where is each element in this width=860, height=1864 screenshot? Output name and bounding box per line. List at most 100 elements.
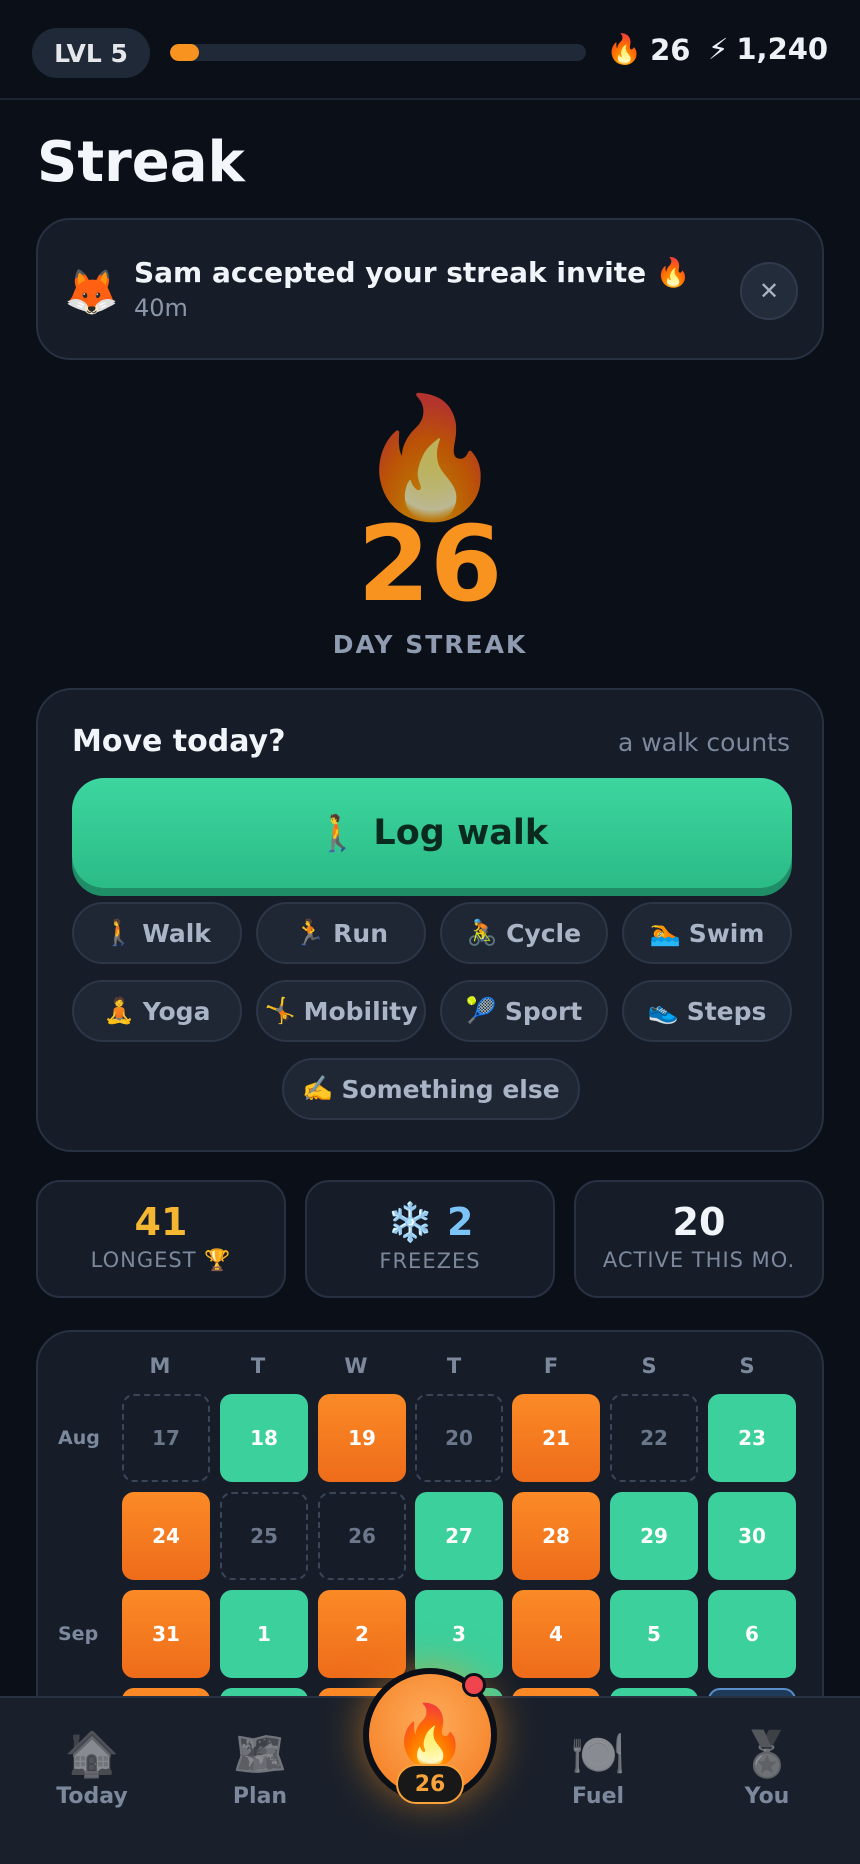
notification-time: 40m (134, 294, 188, 322)
move-today-card: Move today? a walk counts 🚶 Log walk 🚶 W… (36, 688, 824, 1152)
freezes-value: ❄️ 2 (386, 1200, 474, 1244)
calendar-day[interactable]: 25 (220, 1492, 308, 1580)
plate-icon: 🍽️ (570, 1729, 626, 1780)
activity-label: Something else (341, 1074, 560, 1104)
active-value: 20 (672, 1200, 726, 1244)
calendar-day[interactable]: 26 (318, 1492, 406, 1580)
swim-icon: 🏊 (649, 918, 681, 947)
activity-chip-walk[interactable]: 🚶 Walk (72, 902, 242, 964)
nav-fuel[interactable]: 🍽️ Fuel (538, 1728, 658, 1809)
notification-message: Sam accepted your streak invite 🔥 (134, 256, 691, 289)
fab-streak-badge: 26 (396, 1764, 464, 1804)
calendar-day[interactable]: 27 (415, 1492, 503, 1580)
calendar-day[interactable]: 6 (708, 1590, 796, 1678)
nav-plan[interactable]: 🗺️ Plan (200, 1728, 320, 1809)
weekday-header: T (250, 1354, 266, 1378)
notification-dot (462, 1673, 486, 1697)
weekday-header: S (641, 1354, 657, 1378)
points-counter[interactable]: ⚡ 1,240 (708, 32, 828, 66)
month-label-aug: Aug (58, 1427, 100, 1449)
close-icon[interactable]: ✕ (740, 262, 798, 320)
calendar-day[interactable]: 2 (318, 1590, 406, 1678)
weekday-header: M (149, 1354, 171, 1378)
flame-icon: 🔥 (606, 32, 643, 66)
activity-chip-mobility[interactable]: 🤸 Mobility (256, 980, 426, 1042)
notification-card[interactable]: 🦊 Sam accepted your streak invite 🔥 40m … (36, 218, 824, 360)
activity-chip-something-else[interactable]: ✍️ Something else (282, 1058, 580, 1120)
calendar-day[interactable]: 23 (708, 1394, 796, 1482)
log-walk-button[interactable]: 🚶 Log walk (72, 778, 792, 888)
nav-today[interactable]: 🏠 Today (32, 1728, 152, 1809)
activity-label: Swim (688, 918, 765, 948)
longest-label: LONGEST 🏆 (90, 1248, 232, 1272)
walking-icon: 🚶 (315, 813, 360, 854)
month-label-sep: Sep (58, 1623, 99, 1645)
weekday-header: T (446, 1354, 462, 1378)
calendar-day[interactable]: 31 (122, 1590, 210, 1678)
calendar-day[interactable]: 19 (318, 1394, 406, 1482)
writing-hand-icon: ✍️ (302, 1074, 334, 1103)
shoe-icon: 👟 (647, 996, 679, 1025)
calendar-day[interactable]: 18 (220, 1394, 308, 1482)
calendar-day[interactable]: 4 (512, 1590, 600, 1678)
freezes-label: FREEZES (379, 1249, 481, 1273)
mobility-icon: 🤸 (264, 996, 296, 1025)
calendar-day[interactable]: 30 (708, 1492, 796, 1580)
streak-counter[interactable]: 🔥 26 (606, 32, 690, 67)
activity-label: Yoga (142, 996, 211, 1026)
streak-screen: LVL 5 🔥 26 ⚡ 1,240 Streak 🦊 Sam accepted… (0, 0, 860, 1864)
nav-fuel-label: Fuel (571, 1784, 625, 1809)
calendar-day[interactable]: 5 (610, 1590, 698, 1678)
move-question: Move today? (72, 724, 286, 759)
weekday-header: S (739, 1354, 755, 1378)
activity-chip-swim[interactable]: 🏊 Swim (622, 902, 792, 964)
nav-today-label: Today (56, 1784, 128, 1809)
activity-chip-steps[interactable]: 👟 Steps (622, 980, 792, 1042)
cycle-icon: 🚴 (466, 918, 499, 947)
weekday-header: F (543, 1354, 559, 1378)
active-this-month-stat: 20 ACTIVE THIS MO. (574, 1180, 824, 1298)
activity-label: Run (333, 918, 388, 948)
calendar-day[interactable]: 29 (610, 1492, 698, 1580)
calendar-day[interactable]: 20 (415, 1394, 503, 1482)
medal-icon: 🏅 (739, 1729, 795, 1780)
calendar-day[interactable]: 24 (122, 1492, 210, 1580)
calendar-day[interactable]: 22 (610, 1394, 698, 1482)
xp-progress-bar (170, 44, 586, 61)
walk-icon: 🚶 (103, 918, 135, 947)
house-icon: 🏠 (64, 1729, 120, 1780)
level-badge[interactable]: LVL 5 (32, 28, 150, 78)
activity-label: Walk (142, 918, 211, 948)
yoga-icon: 🧘 (103, 996, 135, 1025)
map-icon: 🗺️ (232, 1729, 288, 1780)
activity-chip-run[interactable]: 🏃 Run (256, 902, 426, 964)
streak-label: DAY STREAK (332, 630, 528, 659)
activity-label: Cycle (506, 918, 582, 948)
nav-you-label: You (744, 1784, 790, 1809)
weekday-header: W (344, 1354, 368, 1378)
calendar-day[interactable]: 17 (122, 1394, 210, 1482)
freezes-stat[interactable]: ❄️ 2 FREEZES (305, 1180, 555, 1298)
calendar-day[interactable]: 3 (415, 1590, 503, 1678)
activity-chip-yoga[interactable]: 🧘 Yoga (72, 980, 242, 1042)
move-hint: a walk counts (618, 728, 790, 757)
log-walk-label: Log walk (373, 813, 549, 853)
run-icon: 🏃 (294, 918, 326, 947)
calendar-day[interactable]: 1 (220, 1590, 308, 1678)
lightning-icon: ⚡ (708, 32, 729, 66)
activity-chip-cycle[interactable]: 🚴 Cycle (440, 902, 608, 964)
activity-label: Steps (686, 996, 767, 1026)
xp-progress-fill (170, 44, 200, 61)
calendar-day[interactable]: 28 (512, 1492, 600, 1580)
longest-value: 41 (134, 1200, 188, 1244)
fox-avatar-icon: 🦊 (64, 267, 119, 318)
top-bar: LVL 5 🔥 26 ⚡ 1,240 (0, 0, 860, 100)
calendar-day[interactable]: 21 (512, 1394, 600, 1482)
activity-chip-sport[interactable]: 🎾 Sport (440, 980, 608, 1042)
active-label: ACTIVE THIS MO. (602, 1248, 796, 1272)
points-value: 1,240 (736, 32, 829, 66)
streak-counter-value: 26 (650, 32, 691, 67)
nav-plan-label: Plan (232, 1784, 288, 1809)
page-title: Streak (37, 130, 245, 195)
nav-you[interactable]: 🏅 You (707, 1728, 827, 1809)
